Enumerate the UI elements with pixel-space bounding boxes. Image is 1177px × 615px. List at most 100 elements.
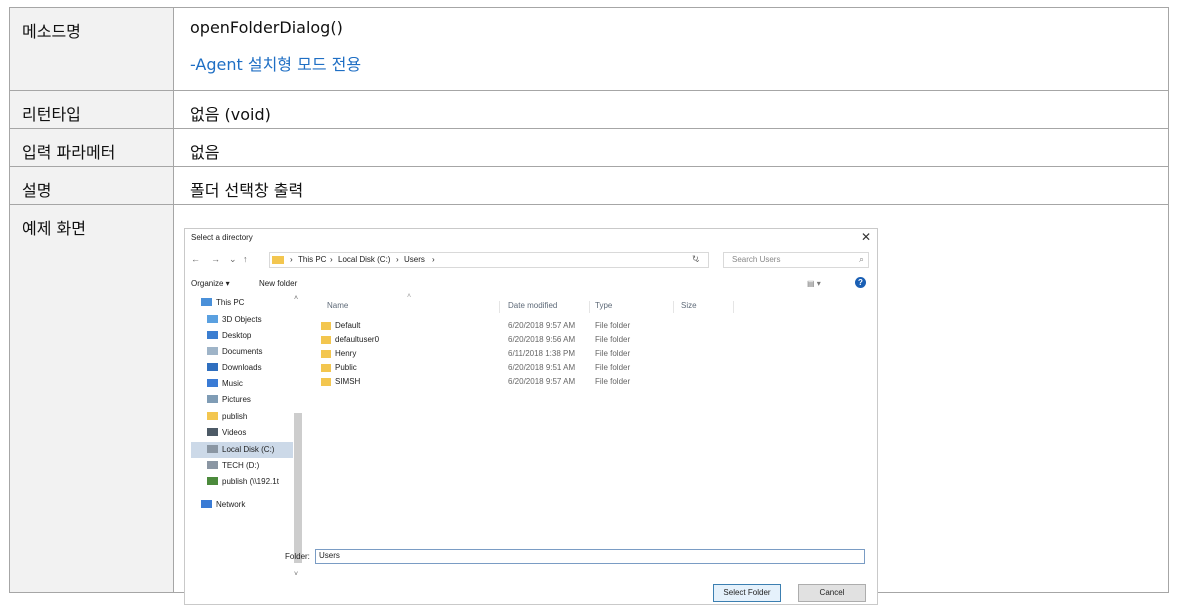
file-row[interactable]: defaultuser0 6/20/2018 9:56 AM File folder	[313, 335, 713, 347]
nav-item-label: publish (\\192.1t	[222, 477, 279, 486]
address-bar-row: ← → ⌄ ↑ › This PC › Local Disk (C:) › Us…	[189, 251, 873, 269]
breadcrumb-users[interactable]: Users	[404, 255, 425, 264]
nav-item[interactable]: This PC	[201, 298, 244, 312]
column-name[interactable]: Name	[327, 301, 348, 310]
search-input[interactable]: Search Users ⌕	[723, 252, 869, 268]
nav-item[interactable]: Videos	[207, 428, 246, 442]
file-name: Public	[335, 363, 357, 372]
folder-icon	[321, 322, 331, 330]
nav-item[interactable]: Desktop	[207, 331, 251, 345]
nav-item[interactable]: TECH (D:)	[207, 461, 259, 475]
breadcrumb-sep: ›	[290, 255, 293, 264]
close-icon[interactable]: ✕	[861, 230, 871, 244]
pc-icon	[201, 298, 212, 306]
nav-item[interactable]: publish (\\192.1t	[207, 477, 279, 491]
column-divider	[733, 301, 734, 313]
refresh-icon[interactable]: ↻	[692, 254, 699, 263]
folder-input-value: Users	[319, 551, 340, 560]
column-size[interactable]: Size	[681, 301, 697, 310]
document-icon	[207, 347, 218, 355]
toolbar: Organize ▾ New folder ▤ ▾ ?	[191, 277, 871, 293]
nav-item[interactable]: publish	[207, 412, 247, 426]
breadcrumb-sep: ›	[396, 255, 399, 264]
value-input-params: 없음	[173, 128, 1169, 167]
videos-icon	[207, 428, 218, 436]
select-folder-button[interactable]: Select Folder	[713, 584, 781, 602]
new-folder-button[interactable]: New folder	[259, 279, 297, 288]
view-options-icon[interactable]: ▤ ▾	[807, 279, 821, 288]
nav-item-label: Desktop	[222, 331, 252, 340]
drive-icon	[207, 445, 218, 453]
organize-button[interactable]: Organize ▾	[191, 279, 230, 288]
file-row[interactable]: Public 6/20/2018 9:51 AM File folder	[313, 363, 713, 375]
value-description: 폴더 선택창 출력	[173, 166, 1169, 205]
file-date: 6/20/2018 9:56 AM	[508, 335, 576, 344]
music-icon	[207, 379, 218, 387]
forward-icon[interactable]: →	[211, 254, 220, 264]
cube-icon	[207, 315, 218, 323]
search-icon: ⌕	[858, 254, 864, 264]
dialog-title: Select a directory	[191, 233, 253, 242]
folder-icon	[321, 350, 331, 358]
folder-icon	[272, 256, 284, 264]
file-name: Henry	[335, 349, 357, 358]
column-date-modified[interactable]: Date modified	[508, 301, 557, 310]
cancel-button[interactable]: Cancel	[798, 584, 866, 602]
folder-input[interactable]: Users	[315, 549, 865, 564]
nav-item-label: Pictures	[222, 395, 251, 404]
scroll-up-icon[interactable]: ˄	[294, 295, 298, 302]
nav-item[interactable]: Downloads	[207, 363, 262, 377]
column-divider	[589, 301, 590, 313]
help-icon[interactable]: ?	[855, 277, 866, 288]
sort-arrow-icon: ˄	[407, 293, 412, 300]
nav-item-label: TECH (D:)	[222, 461, 260, 470]
label-method-name: 메소드명	[9, 7, 174, 91]
file-row[interactable]: SIMSH 6/20/2018 9:57 AM File folder	[313, 377, 713, 389]
nav-item[interactable]: 3D Objects	[207, 315, 262, 329]
nav-item-label: Downloads	[222, 363, 262, 372]
scroll-down-icon[interactable]: ˅	[294, 571, 298, 578]
file-type: File folder	[595, 335, 631, 344]
column-divider	[499, 301, 500, 313]
nav-item[interactable]: Local Disk (C:)	[207, 445, 274, 459]
column-type[interactable]: Type	[595, 301, 612, 310]
select-directory-dialog: Select a directory ✕ ← → ⌄ ↑ › This PC ›…	[184, 228, 878, 605]
label-input-params: 입력 파라메터	[9, 128, 174, 167]
navigation-scrollbar[interactable]: ˄ ˅	[293, 295, 303, 581]
network-icon	[201, 500, 212, 508]
file-date: 6/20/2018 9:51 AM	[508, 363, 576, 372]
nav-item[interactable]: Network	[201, 500, 245, 514]
recent-locations-icon[interactable]: ⌄	[229, 254, 237, 265]
file-row[interactable]: Henry 6/11/2018 1:38 PM File folder	[313, 349, 713, 361]
nav-item[interactable]: Pictures	[207, 395, 251, 409]
nav-item-label: Network	[216, 500, 246, 509]
breadcrumb[interactable]: › This PC › Local Disk (C:) › Users › ⌄	[269, 252, 709, 268]
download-icon	[207, 363, 218, 371]
navigation-pane: This PC 3D Objects Desktop Documents Downloa…	[191, 295, 307, 581]
file-type: File folder	[595, 377, 631, 386]
folder-icon	[321, 364, 331, 372]
breadcrumb-this-pc[interactable]: This PC	[298, 255, 326, 264]
breadcrumb-sep: ›	[432, 255, 435, 264]
nav-item-label: 3D Objects	[222, 315, 262, 324]
up-arrow-icon[interactable]: ↑	[243, 254, 248, 264]
value-method-name: openFolderDialog() -Agent 설치형 모드 전용	[173, 7, 1169, 91]
drive-icon	[207, 461, 218, 469]
breadcrumb-sep: ›	[330, 255, 333, 264]
file-date: 6/11/2018 1:38 PM	[508, 349, 576, 358]
search-placeholder: Search Users	[732, 255, 781, 264]
nav-item[interactable]: Documents	[207, 347, 262, 361]
nav-item[interactable]: Music	[207, 379, 243, 393]
breadcrumb-local-disk[interactable]: Local Disk (C:)	[338, 255, 390, 264]
nav-item-label: publish	[222, 412, 248, 421]
method-signature: openFolderDialog()	[190, 18, 343, 37]
back-icon[interactable]: ←	[191, 254, 200, 264]
label-description: 설명	[9, 166, 174, 205]
file-date: 6/20/2018 9:57 AM	[508, 377, 576, 386]
file-type: File folder	[595, 321, 631, 330]
scroll-thumb[interactable]	[294, 413, 302, 563]
file-name: defaultuser0	[335, 335, 380, 344]
label-example-screen: 예제 화면	[9, 204, 174, 593]
file-name: SIMSH	[335, 377, 361, 386]
file-row[interactable]: Default 6/20/2018 9:57 AM File folder	[313, 321, 713, 333]
